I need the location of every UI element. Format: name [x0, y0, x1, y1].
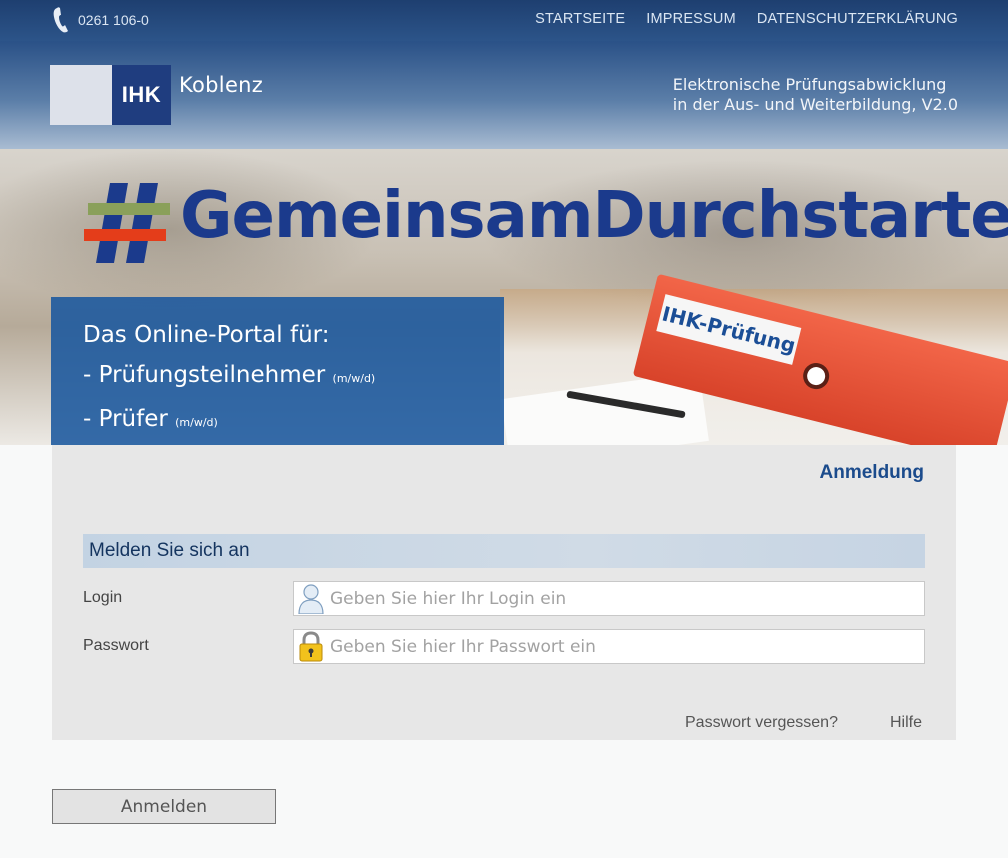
- hashtag-headline: GemeinsamDurchstarten: [180, 179, 1008, 253]
- phone-contact: 0261 106-0: [52, 6, 149, 34]
- password-label: Passwort: [83, 637, 149, 654]
- help-link[interactable]: Hilfe: [890, 714, 922, 732]
- nav-datenschutz[interactable]: DATENSCHUTZERKLÄRUNG: [757, 11, 958, 27]
- login-section-header: Melden Sie sich an: [83, 534, 925, 568]
- site-header: IHK Koblenz Elektronische Prüfungsabwick…: [0, 41, 1008, 149]
- portal-line-3: - Prüfer (m/w/d): [83, 399, 504, 443]
- login-label: Login: [83, 589, 123, 606]
- lock-icon: [299, 631, 323, 662]
- header-tagline: Elektronische Prüfungsabwicklung in der …: [673, 75, 958, 115]
- portal-line-3-suffix: (m/w/d): [175, 416, 218, 429]
- login-submit-button[interactable]: Anmelden: [52, 789, 276, 824]
- tagline-line-1: Elektronische Prüfungsabwicklung: [672, 75, 947, 94]
- password-field: [293, 629, 925, 664]
- hashtag-icon: [84, 183, 170, 263]
- nav-startseite[interactable]: STARTSEITE: [535, 11, 625, 27]
- hero-banner: IHK-Prüfung GemeinsamDurchstarten Das On…: [0, 149, 1008, 445]
- top-navigation: STARTSEITE IMPRESSUM DATENSCHUTZERKLÄRUN…: [535, 11, 958, 27]
- password-input[interactable]: [330, 630, 920, 663]
- ihk-logo[interactable]: IHK Koblenz: [50, 65, 270, 125]
- logo-name: Koblenz: [179, 73, 264, 97]
- portal-line-2: - Prüfungsteilnehmer (m/w/d): [83, 355, 504, 399]
- portal-line-3-text: - Prüfer: [83, 406, 168, 432]
- portal-info-box: Das Online-Portal für: - Prüfungsteilneh…: [51, 297, 504, 445]
- forgot-password-link[interactable]: Passwort vergessen?: [685, 714, 838, 732]
- phone-icon: [53, 7, 68, 33]
- binder-ring: [800, 360, 832, 392]
- top-bar: 0261 106-0 STARTSEITE IMPRESSUM DATENSCH…: [0, 0, 1008, 41]
- login-field: [293, 581, 925, 616]
- phone-number: 0261 106-0: [78, 12, 149, 28]
- user-icon: [298, 584, 324, 614]
- login-panel: Anmeldung Melden Sie sich an Login Passw…: [52, 445, 956, 740]
- nav-impressum[interactable]: IMPRESSUM: [646, 11, 736, 27]
- portal-line-2-suffix: (m/w/d): [332, 372, 376, 385]
- portal-line-1: Das Online-Portal für:: [83, 322, 330, 348]
- logo-left-block: [50, 65, 112, 125]
- login-title: Anmeldung: [819, 462, 925, 483]
- portal-line-2-text: - Prüfungsteilnehmer: [83, 362, 326, 388]
- tagline-line-2: in der Aus- und Weiterbildung, V2.0: [672, 95, 958, 114]
- binder-label: IHK-Prüfung: [656, 294, 802, 365]
- logo-short: IHK: [112, 65, 171, 125]
- login-input[interactable]: [330, 582, 920, 615]
